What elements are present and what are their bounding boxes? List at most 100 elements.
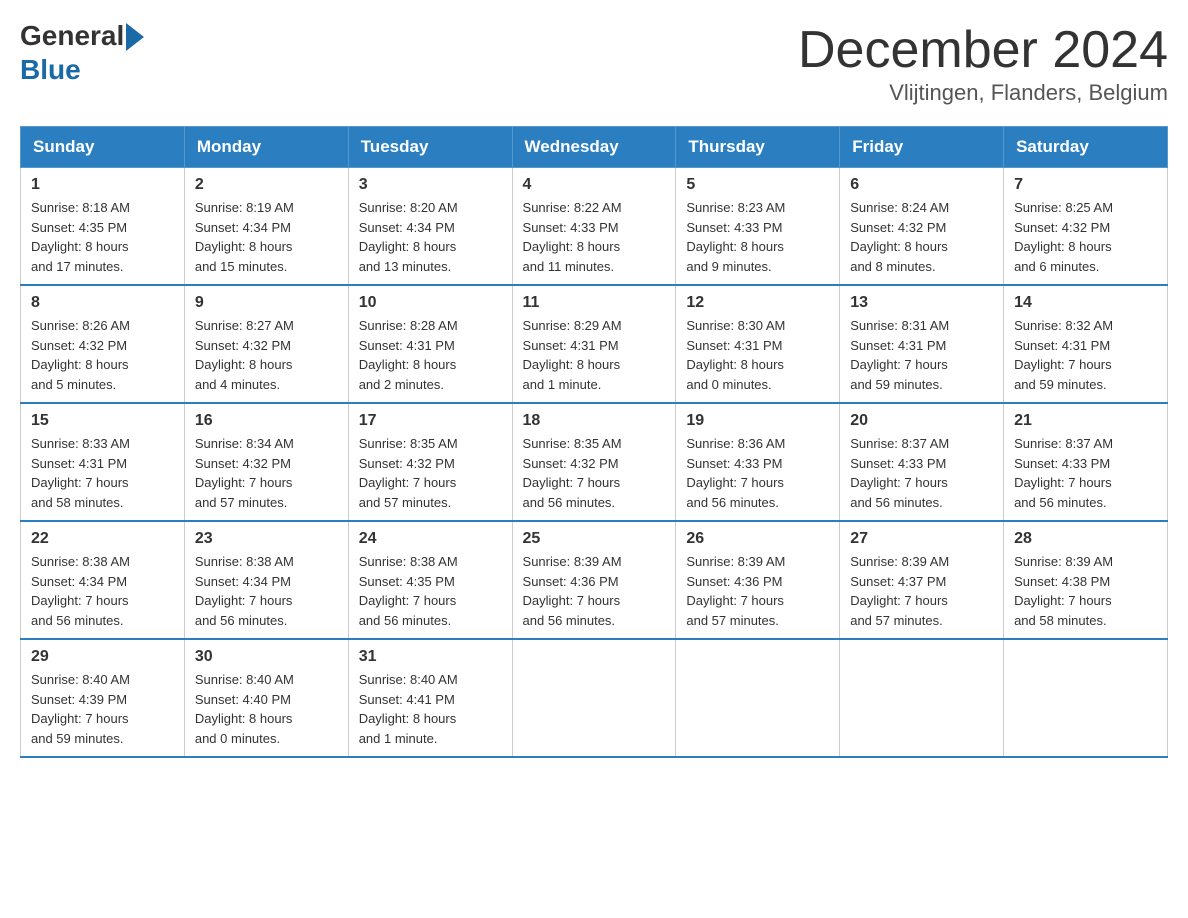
calendar-cell xyxy=(676,639,840,757)
calendar-week-row: 29Sunrise: 8:40 AM Sunset: 4:39 PM Dayli… xyxy=(21,639,1168,757)
day-number: 29 xyxy=(31,648,174,666)
calendar-cell: 18Sunrise: 8:35 AM Sunset: 4:32 PM Dayli… xyxy=(512,403,676,521)
calendar-cell: 19 Sunrise: 8:36 AM Sunset: 4:33 PM Dayli… xyxy=(676,403,840,521)
calendar-cell: 13 Sunrise: 8:31 AM Sunset: 4:31 PM Dayli… xyxy=(840,285,1004,403)
day-info: Sunrise: 8:33 AM Sunset: 4:31 PM Dayligh… xyxy=(31,434,174,512)
calendar-cell: 12 Sunrise: 8:30 AM Sunset: 4:31 PM Dayli… xyxy=(676,285,840,403)
calendar-cell: 3 Sunrise: 8:20 AM Sunset: 4:34 PM Daylig… xyxy=(348,168,512,286)
day-number: 12 xyxy=(686,294,829,312)
column-header-sunday: Sunday xyxy=(21,127,185,168)
day-number: 15 xyxy=(31,412,174,430)
calendar-week-row: 1Sunrise: 8:18 AM Sunset: 4:35 PM Daylig… xyxy=(21,168,1168,286)
day-info: Sunrise: 8:34 AM Sunset: 4:32 PM Dayligh… xyxy=(195,434,338,512)
day-info: Sunrise: 8:26 AM Sunset: 4:32 PM Dayligh… xyxy=(31,316,174,394)
column-header-tuesday: Tuesday xyxy=(348,127,512,168)
day-info: Sunrise: 8:25 AM Sunset: 4:32 PM Dayligh… xyxy=(1014,198,1157,276)
calendar-cell: 6 Sunrise: 8:24 AM Sunset: 4:32 PM Daylig… xyxy=(840,168,1004,286)
calendar-cell: 31 Sunrise: 8:40 AM Sunset: 4:41 PM Dayli… xyxy=(348,639,512,757)
calendar-cell xyxy=(840,639,1004,757)
calendar-cell xyxy=(512,639,676,757)
day-info: Sunrise: 8:27 AM Sunset: 4:32 PM Dayligh… xyxy=(195,316,338,394)
calendar-cell: 27 Sunrise: 8:39 AM Sunset: 4:37 PM Dayli… xyxy=(840,521,1004,639)
day-number: 27 xyxy=(850,530,993,548)
calendar-week-row: 8 Sunrise: 8:26 AM Sunset: 4:32 PM Daylig… xyxy=(21,285,1168,403)
day-number: 28 xyxy=(1014,530,1157,548)
calendar-cell: 24Sunrise: 8:38 AM Sunset: 4:35 PM Dayli… xyxy=(348,521,512,639)
day-number: 22 xyxy=(31,530,174,548)
day-number: 23 xyxy=(195,530,338,548)
day-info: Sunrise: 8:39 AM Sunset: 4:38 PM Dayligh… xyxy=(1014,552,1157,630)
day-info: Sunrise: 8:40 AM Sunset: 4:41 PM Dayligh… xyxy=(359,670,502,748)
day-number: 2 xyxy=(195,176,338,194)
calendar-cell: 9 Sunrise: 8:27 AM Sunset: 4:32 PM Daylig… xyxy=(184,285,348,403)
day-info: Sunrise: 8:24 AM Sunset: 4:32 PM Dayligh… xyxy=(850,198,993,276)
day-info: Sunrise: 8:38 AM Sunset: 4:34 PM Dayligh… xyxy=(195,552,338,630)
calendar-cell: 11 Sunrise: 8:29 AM Sunset: 4:31 PM Dayli… xyxy=(512,285,676,403)
calendar-cell: 1Sunrise: 8:18 AM Sunset: 4:35 PM Daylig… xyxy=(21,168,185,286)
calendar-cell: 16 Sunrise: 8:34 AM Sunset: 4:32 PM Dayli… xyxy=(184,403,348,521)
day-number: 11 xyxy=(523,294,666,312)
day-info: Sunrise: 8:39 AM Sunset: 4:36 PM Dayligh… xyxy=(686,552,829,630)
logo: General Blue xyxy=(20,20,144,86)
day-info: Sunrise: 8:31 AM Sunset: 4:31 PM Dayligh… xyxy=(850,316,993,394)
day-info: Sunrise: 8:35 AM Sunset: 4:32 PM Dayligh… xyxy=(359,434,502,512)
day-number: 14 xyxy=(1014,294,1157,312)
calendar-cell: 29Sunrise: 8:40 AM Sunset: 4:39 PM Dayli… xyxy=(21,639,185,757)
day-info: Sunrise: 8:23 AM Sunset: 4:33 PM Dayligh… xyxy=(686,198,829,276)
calendar-week-row: 15 Sunrise: 8:33 AM Sunset: 4:31 PM Dayli… xyxy=(21,403,1168,521)
day-info: Sunrise: 8:37 AM Sunset: 4:33 PM Dayligh… xyxy=(850,434,993,512)
day-number: 20 xyxy=(850,412,993,430)
day-info: Sunrise: 8:20 AM Sunset: 4:34 PM Dayligh… xyxy=(359,198,502,276)
day-info: Sunrise: 8:36 AM Sunset: 4:33 PM Dayligh… xyxy=(686,434,829,512)
calendar-cell: 14 Sunrise: 8:32 AM Sunset: 4:31 PM Dayli… xyxy=(1004,285,1168,403)
day-info: Sunrise: 8:18 AM Sunset: 4:35 PM Dayligh… xyxy=(31,198,174,276)
day-number: 21 xyxy=(1014,412,1157,430)
day-info: Sunrise: 8:30 AM Sunset: 4:31 PM Dayligh… xyxy=(686,316,829,394)
calendar-cell: 28 Sunrise: 8:39 AM Sunset: 4:38 PM Dayli… xyxy=(1004,521,1168,639)
day-number: 6 xyxy=(850,176,993,194)
calendar-table: SundayMondayTuesdayWednesdayThursdayFrid… xyxy=(20,126,1168,758)
calendar-cell: 21Sunrise: 8:37 AM Sunset: 4:33 PM Dayli… xyxy=(1004,403,1168,521)
calendar-week-row: 22 Sunrise: 8:38 AM Sunset: 4:34 PM Dayli… xyxy=(21,521,1168,639)
day-number: 19 xyxy=(686,412,829,430)
day-number: 8 xyxy=(31,294,174,312)
calendar-header-row: SundayMondayTuesdayWednesdayThursdayFrid… xyxy=(21,127,1168,168)
logo-arrow-icon xyxy=(126,23,144,51)
calendar-cell xyxy=(1004,639,1168,757)
calendar-cell: 15 Sunrise: 8:33 AM Sunset: 4:31 PM Dayli… xyxy=(21,403,185,521)
calendar-cell: 26Sunrise: 8:39 AM Sunset: 4:36 PM Dayli… xyxy=(676,521,840,639)
day-number: 4 xyxy=(523,176,666,194)
calendar-cell: 5 Sunrise: 8:23 AM Sunset: 4:33 PM Daylig… xyxy=(676,168,840,286)
title-section: December 2024 Vlijtingen, Flanders, Belg… xyxy=(798,20,1168,106)
day-number: 25 xyxy=(523,530,666,548)
column-header-friday: Friday xyxy=(840,127,1004,168)
day-number: 16 xyxy=(195,412,338,430)
day-info: Sunrise: 8:38 AM Sunset: 4:34 PM Dayligh… xyxy=(31,552,174,630)
day-number: 5 xyxy=(686,176,829,194)
column-header-wednesday: Wednesday xyxy=(512,127,676,168)
calendar-cell: 4Sunrise: 8:22 AM Sunset: 4:33 PM Daylig… xyxy=(512,168,676,286)
calendar-cell: 2 Sunrise: 8:19 AM Sunset: 4:34 PM Daylig… xyxy=(184,168,348,286)
day-info: Sunrise: 8:32 AM Sunset: 4:31 PM Dayligh… xyxy=(1014,316,1157,394)
day-number: 24 xyxy=(359,530,502,548)
day-info: Sunrise: 8:35 AM Sunset: 4:32 PM Dayligh… xyxy=(523,434,666,512)
day-number: 31 xyxy=(359,648,502,666)
calendar-cell: 20 Sunrise: 8:37 AM Sunset: 4:33 PM Dayli… xyxy=(840,403,1004,521)
calendar-cell: 22 Sunrise: 8:38 AM Sunset: 4:34 PM Dayli… xyxy=(21,521,185,639)
day-info: Sunrise: 8:19 AM Sunset: 4:34 PM Dayligh… xyxy=(195,198,338,276)
location-text: Vlijtingen, Flanders, Belgium xyxy=(798,80,1168,106)
day-info: Sunrise: 8:39 AM Sunset: 4:37 PM Dayligh… xyxy=(850,552,993,630)
page-header: General Blue December 2024 Vlijtingen, F… xyxy=(20,20,1168,106)
day-number: 9 xyxy=(195,294,338,312)
calendar-cell: 10Sunrise: 8:28 AM Sunset: 4:31 PM Dayli… xyxy=(348,285,512,403)
day-info: Sunrise: 8:40 AM Sunset: 4:40 PM Dayligh… xyxy=(195,670,338,748)
day-number: 13 xyxy=(850,294,993,312)
day-number: 3 xyxy=(359,176,502,194)
column-header-monday: Monday xyxy=(184,127,348,168)
calendar-cell: 30 Sunrise: 8:40 AM Sunset: 4:40 PM Dayli… xyxy=(184,639,348,757)
logo-blue-text: Blue xyxy=(20,54,81,86)
day-info: Sunrise: 8:29 AM Sunset: 4:31 PM Dayligh… xyxy=(523,316,666,394)
day-number: 30 xyxy=(195,648,338,666)
day-number: 17 xyxy=(359,412,502,430)
calendar-cell: 17 Sunrise: 8:35 AM Sunset: 4:32 PM Dayli… xyxy=(348,403,512,521)
